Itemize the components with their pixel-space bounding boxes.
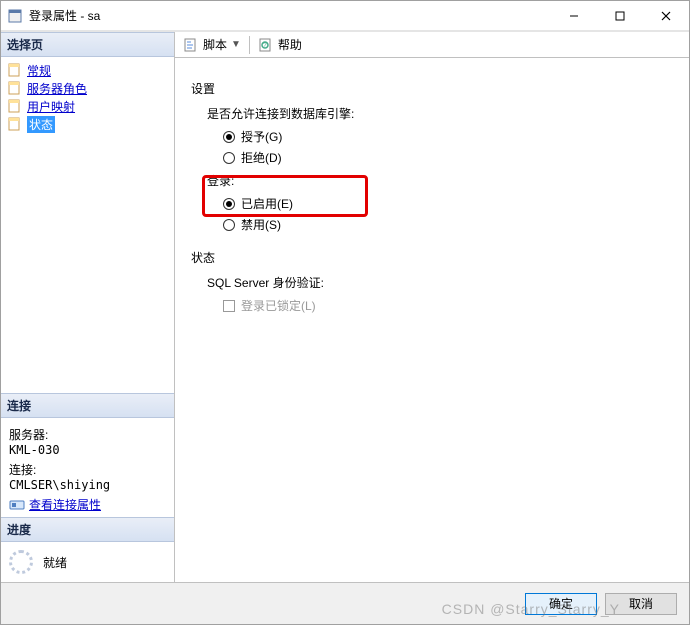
ok-button[interactable]: 确定 bbox=[525, 593, 597, 615]
radio-grant[interactable]: 授予(G) bbox=[223, 128, 673, 145]
radio-enabled[interactable]: 已启用(E) bbox=[223, 195, 673, 212]
radio-icon bbox=[223, 131, 235, 143]
page-icon bbox=[7, 116, 23, 132]
connection-value: CMLSER\shiying bbox=[9, 478, 166, 492]
settings-group-title: 设置 bbox=[191, 80, 673, 97]
page-icon bbox=[7, 80, 23, 96]
login-locked-row: 登录已锁定(L) bbox=[223, 297, 673, 314]
ok-button-label: 确定 bbox=[549, 595, 573, 612]
radio-icon bbox=[223, 198, 235, 210]
toolbar-separator bbox=[249, 36, 250, 54]
window-title: 登录属性 - sa bbox=[29, 7, 100, 24]
server-label: 服务器: bbox=[9, 426, 166, 443]
nav-item-general[interactable]: 常规 bbox=[5, 61, 170, 79]
dialog-window: 登录属性 - sa 选择页 常规 服务器角色 bbox=[0, 0, 690, 625]
radio-disabled[interactable]: 禁用(S) bbox=[223, 216, 673, 233]
nav-item-status[interactable]: 状态 bbox=[5, 115, 170, 133]
title-bar: 登录属性 - sa bbox=[1, 1, 689, 31]
server-value: KML-030 bbox=[9, 443, 166, 457]
cancel-button-label: 取消 bbox=[629, 595, 653, 612]
status-group-title: 状态 bbox=[191, 249, 673, 266]
progress-header: 进度 bbox=[1, 517, 174, 542]
script-button[interactable]: 脚本 bbox=[203, 36, 227, 53]
permission-label: 是否允许连接到数据库引擎: bbox=[207, 105, 673, 122]
page-icon bbox=[7, 98, 23, 114]
minimize-button[interactable] bbox=[551, 1, 597, 31]
close-button[interactable] bbox=[643, 1, 689, 31]
nav-item-label: 状态 bbox=[27, 116, 55, 133]
help-icon: ? bbox=[258, 37, 274, 53]
content-area: 设置 是否允许连接到数据库引擎: 授予(G) 拒绝(D) 登录: 已启用(E) bbox=[175, 58, 689, 582]
select-page-header: 选择页 bbox=[1, 32, 174, 57]
sql-auth-label: SQL Server 身份验证: bbox=[207, 274, 673, 291]
nav-list: 常规 服务器角色 用户映射 状态 bbox=[1, 57, 174, 137]
script-icon bbox=[183, 37, 199, 53]
app-icon bbox=[7, 8, 23, 24]
body-area: 选择页 常规 服务器角色 用户映射 状态 bbox=[1, 31, 689, 582]
toolbar: 脚本 ▼ ? 帮助 bbox=[175, 32, 689, 58]
nav-item-label: 常规 bbox=[27, 62, 51, 79]
page-icon bbox=[7, 62, 23, 78]
left-pane: 选择页 常规 服务器角色 用户映射 状态 bbox=[1, 32, 175, 582]
radio-deny-label: 拒绝(D) bbox=[241, 149, 282, 166]
login-label: 登录: bbox=[207, 172, 673, 189]
connection-properties-icon bbox=[9, 497, 25, 513]
script-dropdown-icon[interactable]: ▼ bbox=[231, 39, 241, 50]
radio-icon bbox=[223, 152, 235, 164]
maximize-button[interactable] bbox=[597, 1, 643, 31]
login-locked-label: 登录已锁定(L) bbox=[241, 297, 316, 314]
cancel-button[interactable]: 取消 bbox=[605, 593, 677, 615]
connection-block: 服务器: KML-030 连接: CMLSER\shiying 查看连接属性 bbox=[1, 418, 174, 517]
radio-icon bbox=[223, 219, 235, 231]
right-pane: 脚本 ▼ ? 帮助 设置 是否允许连接到数据库引擎: 授予(G) 拒绝(D) bbox=[175, 32, 689, 582]
view-connection-properties-link[interactable]: 查看连接属性 bbox=[29, 496, 101, 513]
radio-deny[interactable]: 拒绝(D) bbox=[223, 149, 673, 166]
connection-header: 连接 bbox=[1, 393, 174, 418]
dialog-footer: CSDN @Starry_Starry_Y 确定 取消 bbox=[1, 582, 689, 624]
progress-spinner-icon bbox=[9, 550, 33, 574]
progress-block: 就绪 bbox=[1, 542, 174, 582]
progress-status: 就绪 bbox=[43, 554, 67, 571]
nav-item-user-mapping[interactable]: 用户映射 bbox=[5, 97, 170, 115]
radio-enabled-label: 已启用(E) bbox=[241, 195, 293, 212]
nav-item-server-roles[interactable]: 服务器角色 bbox=[5, 79, 170, 97]
help-button[interactable]: 帮助 bbox=[278, 36, 302, 53]
nav-item-label: 用户映射 bbox=[27, 98, 75, 115]
nav-item-label: 服务器角色 bbox=[27, 80, 87, 97]
radio-disabled-label: 禁用(S) bbox=[241, 216, 281, 233]
checkbox-icon bbox=[223, 300, 235, 312]
connection-label: 连接: bbox=[9, 461, 166, 478]
radio-grant-label: 授予(G) bbox=[241, 128, 282, 145]
